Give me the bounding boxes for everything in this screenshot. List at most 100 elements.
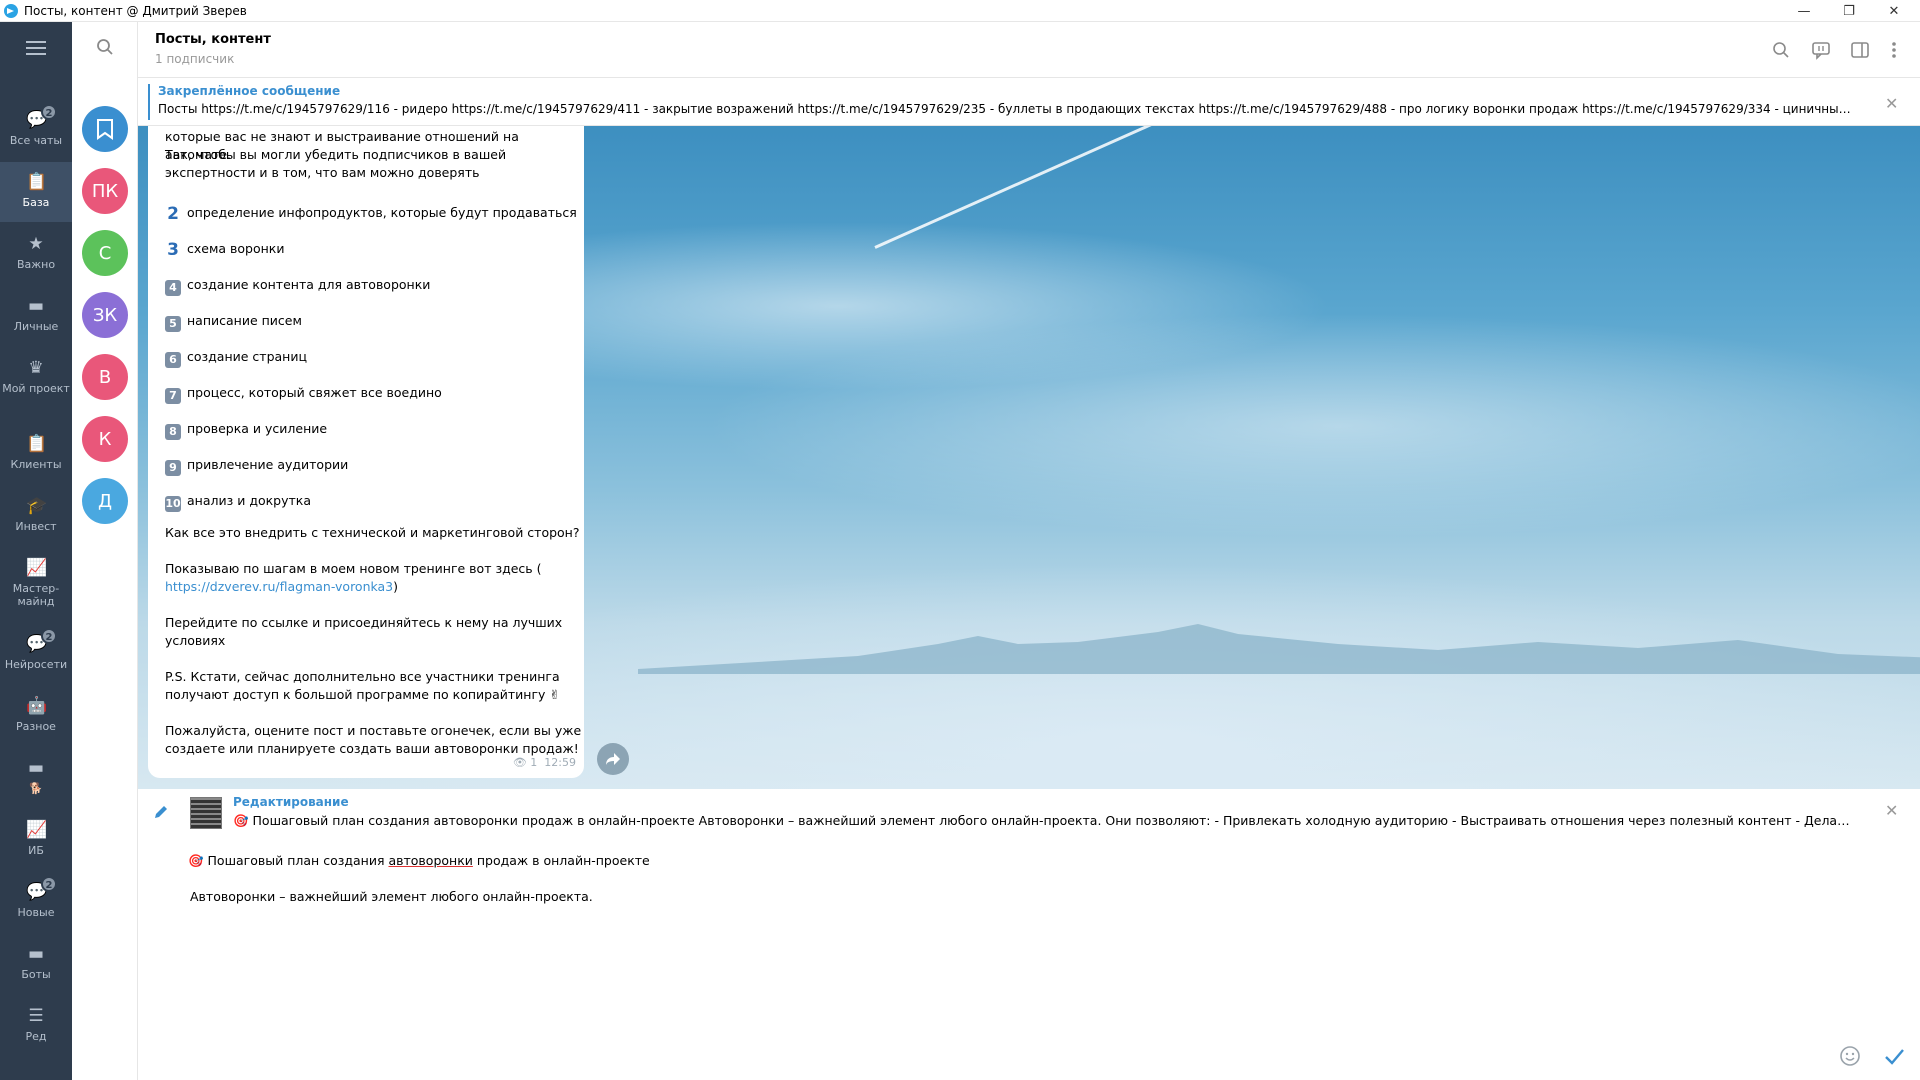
close-pinned-icon[interactable]: ✕ bbox=[1885, 94, 1898, 113]
chat-avatar[interactable] bbox=[82, 106, 128, 152]
chat-avatar[interactable]: С bbox=[82, 230, 128, 276]
chat-avatar[interactable]: ЗК bbox=[82, 292, 128, 338]
folder-item[interactable]: ★ Важно bbox=[0, 224, 72, 284]
more-options-icon[interactable] bbox=[1880, 36, 1908, 64]
misspelled-word[interactable]: автоворонки bbox=[388, 853, 472, 868]
mountains-decoration bbox=[638, 624, 1920, 674]
folder-item[interactable]: ☰ Ред bbox=[0, 996, 72, 1056]
folder-item[interactable]: 📋 База bbox=[0, 162, 72, 222]
keycap-number: 3 bbox=[167, 240, 179, 260]
list-item: 8 проверка и усиление bbox=[165, 420, 327, 440]
post-text-line: Пожалуйста, оцените пост и поставьте ого… bbox=[165, 723, 582, 738]
minimize-button[interactable]: — bbox=[1784, 0, 1824, 22]
list-item-text: проверка и усиление bbox=[187, 421, 328, 436]
post-text-line: Так, чтобы вы могли убедить подписчиков … bbox=[165, 147, 507, 162]
list-item: 7 процесс, который свяжет все воедино bbox=[165, 384, 442, 404]
clipboard-icon: 📋 bbox=[26, 172, 48, 192]
pinned-indicator bbox=[148, 84, 150, 120]
keycap-number: 7 bbox=[165, 388, 181, 404]
input-line: 🎯 Пошаговый план создания автоворонки пр… bbox=[188, 853, 650, 869]
edit-message-bar: Редактирование 🎯 Пошаговый план создания… bbox=[138, 789, 1920, 839]
bookmark-icon bbox=[97, 119, 113, 140]
chat-avatar[interactable]: ПК bbox=[82, 168, 128, 214]
list-item: 2 определение инфопродуктов, которые буду… bbox=[165, 204, 577, 224]
folder-item[interactable]: 📈 ИБ bbox=[0, 810, 72, 870]
folder-icon: ▬ bbox=[27, 944, 45, 964]
cancel-edit-icon[interactable]: ✕ bbox=[1885, 801, 1898, 820]
folder-icon: ▬ bbox=[27, 758, 45, 778]
post-text-line: Как все это внедрить с технической и мар… bbox=[165, 525, 580, 540]
sidebar-toggle-icon[interactable] bbox=[1846, 36, 1874, 64]
chart-icon: 📈 bbox=[26, 820, 48, 840]
folder-item[interactable]: ▬ Боты bbox=[0, 934, 72, 994]
folder-item[interactable]: 🎓 Инвест bbox=[0, 486, 72, 546]
folder-label: База bbox=[22, 196, 50, 209]
folder-item[interactable]: 💬 2 Все чаты bbox=[0, 100, 72, 160]
post-text-line: P.S. Кстати, сейчас дополнительно все уч… bbox=[165, 669, 560, 684]
list-item-text: анализ и докрутка bbox=[187, 493, 311, 508]
list-item-text: процесс, который свяжет все воедино bbox=[187, 385, 442, 400]
search-icon[interactable] bbox=[1767, 36, 1795, 64]
list-item-text: привлечение аудитории bbox=[187, 457, 349, 472]
save-edit-button[interactable] bbox=[1883, 1045, 1905, 1070]
folder-label: Ред bbox=[25, 1030, 47, 1043]
post-text-line: условиях bbox=[165, 633, 226, 648]
folder-item[interactable]: 🤖 Разное bbox=[0, 686, 72, 746]
post-link-line: https://dzverev.ru/flagman-voronka3) bbox=[165, 578, 398, 596]
post-meta: 👁 1 12:59 bbox=[513, 754, 576, 772]
channel-post[interactable]: которые вас не знают и выстраивание отно… bbox=[148, 126, 584, 778]
telegram-logo-icon bbox=[4, 3, 18, 18]
edit-title: Редактирование bbox=[233, 795, 349, 809]
keycap-number: 5 bbox=[165, 316, 181, 332]
folder-label: Разное bbox=[16, 720, 56, 733]
folder-label: Нейросети bbox=[4, 658, 68, 671]
search-icon[interactable] bbox=[96, 38, 114, 60]
list-item: 3 схема воронки bbox=[165, 240, 284, 260]
view-count: 1 bbox=[530, 756, 538, 769]
chat-list: ПК С ЗК В К Д bbox=[72, 22, 138, 1080]
folder-item[interactable]: 📈 Мастер-майнд bbox=[0, 548, 72, 608]
sliders-icon: ☰ bbox=[28, 1006, 44, 1026]
folder-item[interactable]: ♛ Мой проект bbox=[0, 348, 72, 408]
list-item: 6 создание страниц bbox=[165, 348, 307, 368]
chat-avatar[interactable]: В bbox=[82, 354, 128, 400]
input-line: Автоворонки – важнейший элемент любого о… bbox=[190, 889, 593, 904]
edit-preview: 🎯 Пошаговый план создания автоворонки пр… bbox=[233, 813, 1853, 828]
message-thumbnail bbox=[190, 797, 222, 829]
folder-label: Боты bbox=[21, 968, 51, 981]
close-window-button[interactable]: ✕ bbox=[1874, 0, 1914, 22]
chat-avatar[interactable]: К bbox=[82, 416, 128, 462]
input-text: продаж в онлайн-проекте bbox=[472, 853, 650, 868]
post-text-line: экспертности и в том, что вам можно дове… bbox=[165, 165, 480, 180]
window-title-bar: Посты, контент @ Дмитрий Зверев — ❐ ✕ bbox=[0, 0, 1920, 22]
folder-label: Мой проект bbox=[2, 382, 70, 395]
post-time: 12:59 bbox=[544, 756, 576, 769]
message-input[interactable]: 🎯 Пошаговый план создания автоворонки пр… bbox=[138, 839, 1920, 1080]
keycap-number: 2 bbox=[167, 204, 179, 224]
folder-item[interactable]: ▬ 🐕 bbox=[0, 748, 72, 808]
emoji-icon[interactable] bbox=[1839, 1045, 1861, 1070]
list-item: 10 анализ и докрутка bbox=[165, 492, 311, 512]
keycap-number: 9 bbox=[165, 460, 181, 476]
chat-avatar[interactable]: Д bbox=[82, 478, 128, 524]
chat-title[interactable]: Посты, контент bbox=[155, 32, 271, 47]
share-button[interactable] bbox=[597, 743, 629, 775]
folder-label: ИБ bbox=[28, 844, 44, 857]
folder-item[interactable]: 💬 2 Нейросети bbox=[0, 624, 72, 684]
keycap-number: 4 bbox=[165, 280, 181, 296]
folder-label: Новые bbox=[17, 906, 55, 919]
hamburger-menu-icon[interactable] bbox=[26, 41, 46, 55]
chat-subtitle: 1 подписчик bbox=[155, 52, 235, 66]
folder-item[interactable]: ▬ Личные bbox=[0, 286, 72, 346]
unread-badge: 2 bbox=[41, 104, 57, 120]
unread-badge: 2 bbox=[41, 876, 57, 892]
folder-item[interactable]: 💬 2 Новые bbox=[0, 872, 72, 932]
pinned-message-bar[interactable]: Закреплённое сообщение Посты https://t.m… bbox=[138, 78, 1920, 126]
folder-label: Инвест bbox=[15, 520, 57, 533]
list-item: 5 написание писем bbox=[165, 312, 302, 332]
restore-button[interactable]: ❐ bbox=[1829, 0, 1869, 22]
post-link[interactable]: https://dzverev.ru/flagman-voronka3 bbox=[165, 579, 393, 594]
post-text-line: получают доступ к большой программе по к… bbox=[165, 687, 560, 702]
comments-icon[interactable] bbox=[1807, 36, 1835, 64]
folder-item[interactable]: 📋 Клиенты bbox=[0, 424, 72, 484]
